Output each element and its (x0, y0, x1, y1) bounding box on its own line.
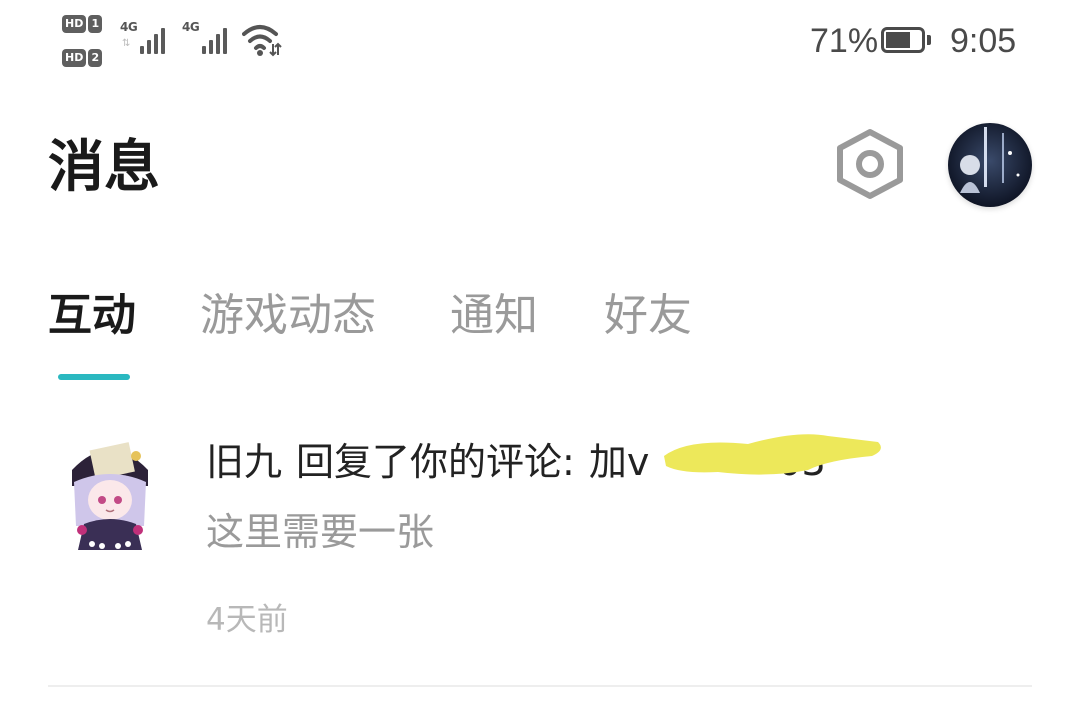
sim1-network-type: 4G (120, 20, 138, 34)
message-action: 回复了你的评论: (296, 440, 575, 484)
message-preview-tail: 03 (777, 440, 826, 484)
message-preview: 加v (588, 440, 650, 484)
hexagon-settings-icon (837, 129, 903, 199)
sim2-signal-icon: 4G (182, 18, 238, 58)
signal-bars-icon (202, 28, 227, 54)
tab-friends[interactable]: 好友 (604, 286, 692, 346)
sim2-number: 2 (88, 49, 103, 67)
sim1-number: 1 (88, 15, 103, 33)
sim2-hd-label: HD (62, 49, 87, 67)
active-tab-indicator (58, 374, 130, 380)
settings-button[interactable] (832, 124, 908, 204)
tab-game-updates[interactable]: 游戏动态 (200, 286, 376, 346)
message-text: 旧九 回复了你的评论: 加v 03 (206, 436, 826, 488)
sender-name[interactable]: 旧九 (206, 440, 282, 484)
sim2-badge: HD 2 (62, 48, 103, 68)
tab-interaction[interactable]: 互动 (48, 286, 136, 346)
status-time: 9:05 (950, 22, 1017, 60)
data-arrows-icon: ⇅ (122, 38, 131, 49)
sender-avatar-image (72, 442, 148, 550)
sim2-network-type: 4G (182, 20, 200, 34)
message-item[interactable]: 旧九 回复了你的评论: 加v 03 这里需要一张 4天前 (0, 420, 1080, 686)
page-title: 消息 (48, 135, 160, 200)
battery-percent: 71% (810, 22, 879, 60)
profile-avatar[interactable] (948, 123, 1032, 207)
message-subtext: 这里需要一张 (206, 510, 435, 554)
sim1-signal-icon: 4G ⇅ (120, 18, 176, 58)
status-bar: HD 1 HD 2 4G ⇅ 4G 71% 9:05 (0, 0, 1080, 84)
sim-indicators: HD 1 HD 2 (62, 12, 112, 70)
profile-avatar-image (948, 123, 1032, 207)
sim1-hd-label: HD (62, 15, 87, 33)
sender-avatar[interactable] (62, 430, 158, 550)
wifi-icon (242, 25, 282, 57)
sim1-badge: HD 1 (62, 14, 103, 34)
battery-icon (881, 27, 931, 55)
signal-bars-icon (140, 28, 165, 54)
list-divider (48, 685, 1032, 687)
tab-notifications[interactable]: 通知 (450, 286, 538, 346)
message-time: 4天前 (206, 602, 288, 638)
